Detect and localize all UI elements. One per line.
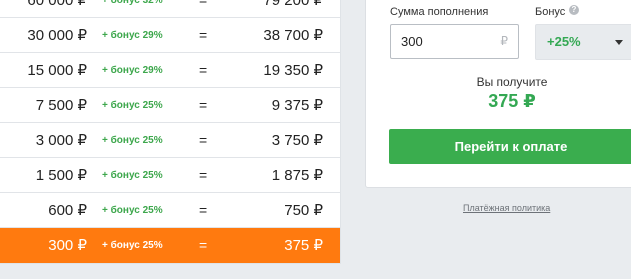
- rate-row[interactable]: 7 500 ₽ + бонус 25% = 9 375 ₽: [0, 88, 340, 123]
- rate-amount: 300 ₽: [48, 237, 87, 254]
- rates-table: 60 000 ₽ + бонус 32% = 79 200 ₽ 30 000 ₽ + бо…: [0, 0, 340, 263]
- payment-policy-link[interactable]: Платёжная политика: [463, 203, 550, 213]
- equals-sign: =: [199, 132, 208, 148]
- equals-sign: =: [199, 202, 208, 218]
- equals-sign: =: [199, 62, 208, 78]
- rate-row[interactable]: 60 000 ₽ + бонус 32% = 79 200 ₽: [0, 0, 340, 18]
- rate-amount: 30 000 ₽: [27, 27, 87, 44]
- rate-row[interactable]: 3 000 ₽ + бонус 25% = 3 750 ₽: [0, 123, 340, 158]
- bonus-select[interactable]: +25%: [535, 24, 631, 60]
- rate-row[interactable]: 1 500 ₽ + бонус 25% = 1 875 ₽: [0, 158, 340, 193]
- rate-total: 3 750 ₽: [271, 132, 323, 149]
- rate-total: 375 ₽: [284, 237, 323, 254]
- rate-bonus: + бонус 25%: [102, 135, 163, 146]
- rate-amount: 60 000 ₽: [27, 0, 87, 9]
- pay-button[interactable]: Перейти к оплате: [389, 129, 631, 164]
- rate-total: 750 ₽: [284, 202, 323, 219]
- rate-bonus: + бонус 25%: [102, 205, 163, 216]
- amount-label: Сумма пополнения: [390, 6, 489, 18]
- receive-value: 375 ₽: [488, 91, 536, 111]
- rate-bonus: + бонус 25%: [102, 240, 163, 251]
- rate-bonus: + бонус 25%: [102, 170, 163, 181]
- rate-amount: 3 000 ₽: [35, 132, 87, 149]
- amount-input[interactable]: [401, 25, 491, 58]
- rate-amount: 600 ₽: [48, 202, 87, 219]
- rate-row[interactable]: 30 000 ₽ + бонус 29% = 38 700 ₽: [0, 18, 340, 53]
- rate-total: 19 350 ₽: [263, 62, 323, 79]
- rate-bonus: + бонус 32%: [102, 0, 163, 6]
- equals-sign: =: [199, 237, 208, 253]
- equals-sign: =: [199, 167, 208, 183]
- rate-bonus: + бонус 29%: [102, 30, 163, 41]
- rate-total: 9 375 ₽: [271, 97, 323, 114]
- rate-bonus: + бонус 29%: [102, 65, 163, 76]
- rate-row[interactable]: 15 000 ₽ + бонус 29% = 19 350 ₽: [0, 53, 340, 88]
- rate-amount: 15 000 ₽: [27, 62, 87, 79]
- rate-total: 1 875 ₽: [271, 167, 323, 184]
- bonus-selected-value: +25%: [547, 34, 581, 49]
- equals-sign: =: [199, 97, 208, 113]
- equals-sign: =: [199, 0, 208, 8]
- rate-bonus: + бонус 25%: [102, 100, 163, 111]
- rate-amount: 7 500 ₽: [35, 97, 87, 114]
- chevron-down-icon: [615, 40, 623, 45]
- bonus-label: Бонус: [535, 6, 566, 18]
- rate-total: 79 200 ₽: [263, 0, 323, 9]
- equals-sign: =: [199, 27, 208, 43]
- rate-total: 38 700 ₽: [263, 27, 323, 44]
- payment-card: Сумма пополнения Бонус ? ₽ +25% Вы получ…: [365, 0, 631, 188]
- topup-page: 60 000 ₽ + бонус 32% = 79 200 ₽ 30 000 ₽ + бо…: [0, 0, 631, 279]
- question-icon[interactable]: ?: [569, 5, 579, 15]
- ruble-icon: ₽: [500, 34, 508, 48]
- rate-row[interactable]: 600 ₽ + бонус 25% = 750 ₽: [0, 193, 340, 228]
- rate-row[interactable]: 300 ₽ + бонус 25% = 375 ₽: [0, 228, 340, 263]
- amount-field[interactable]: ₽: [390, 24, 519, 59]
- rate-amount: 1 500 ₽: [35, 167, 87, 184]
- receive-label: Вы получите: [476, 75, 548, 89]
